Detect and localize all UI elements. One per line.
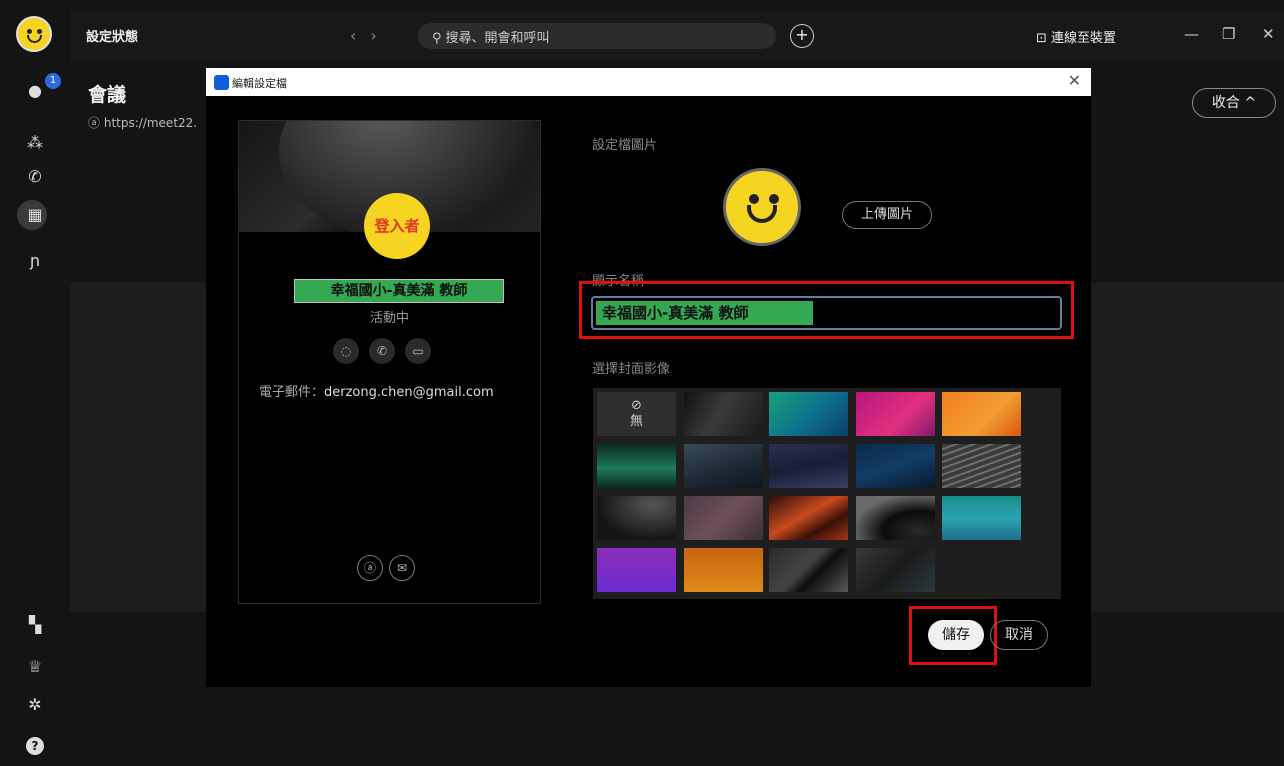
profile-card-preview: 登入者 幸福國小-真美滿 教師 活動中 ◌ ✆ ▭ 電子郵件：derzong.che…	[238, 120, 541, 604]
dialog-title: 編輯設定檔	[232, 77, 287, 90]
card-status: 活動中	[369, 311, 409, 326]
at-icon[interactable]: ⓐ	[357, 555, 383, 581]
app-window: ● 1 ⁂ ✆ ▦ ɲ ▚ ♕ ✲ ? 設定狀態 ‹› ⚲ 搜尋、開會和呼叫 + …	[0, 0, 1284, 766]
card-avatar-label: 登入者	[374, 217, 420, 235]
collapse-button[interactable]: 收合 ^	[1192, 88, 1276, 118]
calendar-icon[interactable]: ▦	[24, 204, 46, 226]
card-avatar: 登入者	[364, 193, 430, 259]
restore-button[interactable]: ❐	[1222, 25, 1235, 43]
call-icon[interactable]: ✆	[369, 338, 395, 364]
cover-option[interactable]	[856, 444, 935, 488]
meeting-url-text: https://meet22.	[103, 116, 198, 130]
cover-option[interactable]	[684, 496, 763, 540]
top-bar: 設定狀態 ‹› ⚲ 搜尋、開會和呼叫 + ⊡ 連線至裝置 — ❐ ✕	[70, 10, 1284, 62]
gear-icon[interactable]: ✲	[24, 694, 46, 716]
cover-option-none[interactable]: ⊘ 無	[597, 392, 676, 436]
cover-option[interactable]	[942, 444, 1021, 488]
profile-picture-label: 設定檔圖片	[592, 138, 658, 153]
collapse-label: 收合	[1211, 95, 1240, 111]
cover-option[interactable]	[684, 548, 763, 592]
search-icon: ⚲	[432, 31, 442, 46]
new-action-button[interactable]: +	[790, 24, 814, 48]
card-display-name: 幸福國小-真美滿 教師	[294, 279, 504, 303]
edit-profile-dialog: 編輯設定檔 ✕ 登入者 幸福國小-真美滿 教師 活動中 ◌ ✆ ▭ 電子郵件：der…	[206, 68, 1091, 687]
meeting-url[interactable]: ⓐ https://meet22.	[88, 114, 197, 131]
upload-picture-button[interactable]: 上傳圖片	[842, 201, 932, 229]
cover-option[interactable]	[769, 444, 848, 488]
cover-option[interactable]	[769, 496, 848, 540]
card-email: 電子郵件：derzong.chen@gmail.com	[259, 381, 494, 400]
email-value: derzong.chen@gmail.com	[324, 385, 494, 400]
save-button[interactable]: 儲存	[928, 620, 984, 650]
display-name-value: 幸福國小-真美滿 教師	[596, 301, 813, 325]
routes-icon[interactable]: ɲ	[24, 250, 46, 272]
cover-option[interactable]	[942, 496, 1021, 540]
chat-icon[interactable]: ●	[24, 80, 46, 102]
nav-arrows[interactable]: ‹›	[350, 26, 391, 45]
people-icon[interactable]: ⁂	[24, 132, 46, 154]
forward-icon[interactable]: ›	[370, 26, 390, 45]
cover-none-label: 無	[629, 414, 643, 429]
message-icon[interactable]: ◌	[333, 338, 359, 364]
cover-option[interactable]	[769, 392, 848, 436]
display-name-field[interactable]: 幸福國小-真美滿 教師	[591, 296, 1062, 330]
connect-device-label: 連線至裝置	[1051, 31, 1117, 46]
close-window-button[interactable]: ✕	[1262, 25, 1275, 43]
cover-option[interactable]	[856, 548, 935, 592]
cover-option[interactable]	[769, 548, 848, 592]
cover-option[interactable]	[597, 548, 676, 592]
connect-device-button[interactable]: ⊡ 連線至裝置	[1036, 27, 1116, 46]
chevron-up-icon: ^	[1244, 95, 1257, 111]
video-icon[interactable]: ▭	[405, 338, 431, 364]
cancel-button[interactable]: 取消	[990, 620, 1048, 650]
apps-icon[interactable]: ▚	[24, 614, 46, 636]
search-placeholder: 搜尋、開會和呼叫	[445, 31, 550, 46]
back-icon[interactable]: ‹	[350, 26, 370, 45]
left-rail: ● 1 ⁂ ✆ ▦ ɲ ▚ ♕ ✲ ?	[0, 0, 70, 766]
set-status-button[interactable]: 設定狀態	[86, 26, 138, 45]
page-title: 會議	[88, 84, 127, 106]
cover-image-label: 選擇封面影像	[592, 362, 671, 377]
unread-badge: 1	[45, 73, 61, 89]
device-icon: ⊡	[1036, 31, 1047, 46]
search-input[interactable]: ⚲ 搜尋、開會和呼叫	[418, 23, 776, 49]
link-icon: ⓐ	[88, 116, 101, 130]
cover-option[interactable]	[942, 392, 1021, 436]
help-icon[interactable]: ?	[24, 734, 46, 756]
user-avatar[interactable]	[16, 16, 52, 52]
phone-icon[interactable]: ✆	[24, 166, 46, 188]
cover-option[interactable]	[597, 444, 676, 488]
dialog-title-bar: 編輯設定檔 ✕	[206, 68, 1091, 96]
email-label: 電子郵件：	[259, 385, 325, 400]
cover-option[interactable]	[856, 496, 935, 540]
mail-icon[interactable]: ✉	[389, 555, 415, 581]
cover-option[interactable]	[597, 496, 676, 540]
cover-option[interactable]	[684, 444, 763, 488]
cover-option[interactable]	[684, 392, 763, 436]
card-actions: ◌ ✆ ▭	[333, 338, 441, 364]
cover-option[interactable]	[856, 392, 935, 436]
close-icon[interactable]: ✕	[1068, 71, 1081, 90]
crown-icon[interactable]: ♕	[24, 656, 46, 678]
card-bottom-actions: ⓐ ✉	[357, 555, 421, 581]
profile-avatar	[723, 168, 801, 246]
minimize-button[interactable]: —	[1184, 25, 1199, 43]
webex-logo-icon	[214, 75, 229, 90]
none-icon: ⊘	[631, 398, 642, 413]
cover-image-grid: ⊘ 無	[593, 388, 1061, 599]
